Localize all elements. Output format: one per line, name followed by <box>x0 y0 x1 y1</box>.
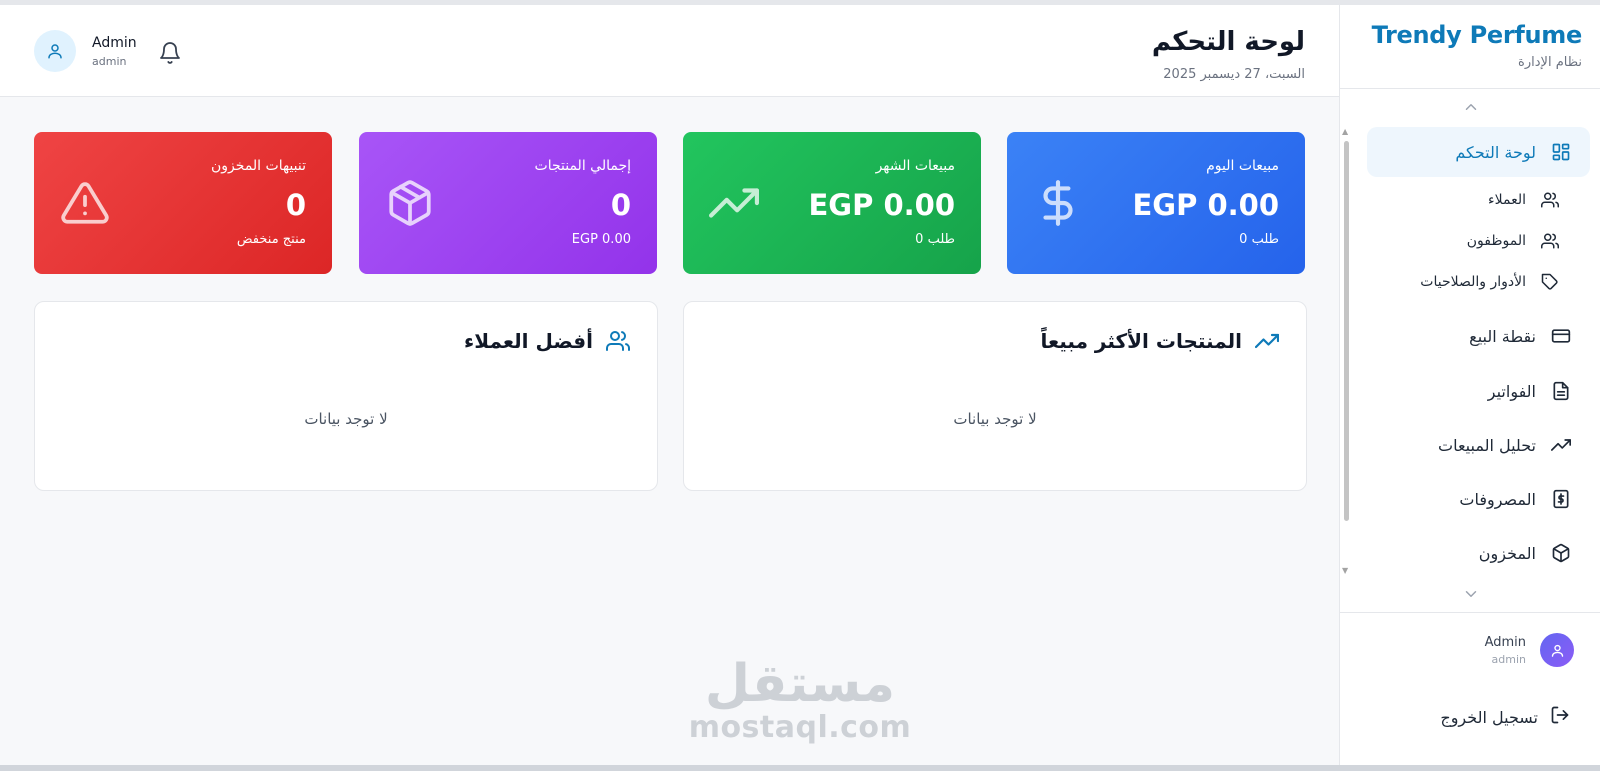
top-products-panel: المنتجات الأكثر مبيعاً لا توجد بيانات <box>683 301 1307 491</box>
sidebar-item-customers[interactable]: العملاء <box>1488 185 1560 215</box>
tag-icon <box>1540 272 1560 292</box>
header-avatar[interactable] <box>34 30 76 72</box>
stat-sub: EGP 0.00 <box>571 232 631 247</box>
sidebar-divider <box>1340 612 1600 613</box>
sidebar-item-label: تحليل المبيعات <box>1438 435 1536 455</box>
header-user-info[interactable]: Admin admin <box>92 35 137 68</box>
sidebar-user[interactable]: Admin admin <box>1485 633 1574 667</box>
users-icon <box>605 328 631 354</box>
sidebar-user-name: Admin <box>1484 634 1526 650</box>
scroll-down-arrow-icon[interactable]: ▼ <box>1342 567 1351 575</box>
sidebar-scrollbar[interactable] <box>1344 141 1349 521</box>
logout-icon <box>1550 705 1570 729</box>
top-header: لوحة التحكم السبت، 27 ديسمبر 2025 Admin … <box>0 5 1339 97</box>
sidebar-item-pos[interactable]: نقطة البيع <box>1469 311 1590 361</box>
stat-label: مبيعات الشهر <box>875 158 955 174</box>
top-customers-panel: أفضل العملاء لا توجد بيانات <box>34 301 658 491</box>
sidebar-item-label: المصروفات <box>1459 489 1536 509</box>
stat-sub: منتج منخفض <box>236 232 306 247</box>
file-text-icon <box>1550 380 1572 402</box>
panel-title: أفضل العملاء <box>464 329 593 353</box>
header-user-name: Admin <box>92 35 137 51</box>
stat-sub: 0 طلب <box>915 232 955 247</box>
trending-up-icon <box>1254 328 1280 354</box>
sidebar-item-label: لوحة التحكم <box>1455 142 1536 162</box>
window-bottom-border <box>0 765 1600 771</box>
stat-value: EGP 0.00 <box>808 188 955 222</box>
logout-label: تسجيل الخروج <box>1440 707 1538 727</box>
empty-state: لا توجد بيانات <box>304 410 388 428</box>
sidebar: Trendy Perfume نظام الإدارة ▲ ▼ لوحة الت… <box>1339 5 1600 765</box>
sidebar-item-label: الأدوار والصلاحيات <box>1420 274 1526 290</box>
dollar-receipt-icon <box>1550 488 1572 510</box>
package-icon <box>385 178 435 228</box>
dashboard-icon <box>1550 141 1572 163</box>
sidebar-item-invoices[interactable]: الفواتير <box>1488 366 1590 416</box>
page-title: لوحة التحكم <box>1151 27 1305 57</box>
scroll-up-arrow-icon[interactable]: ▲ <box>1342 128 1351 136</box>
user-icon <box>48 44 62 59</box>
stat-card-today-sales: مبيعات اليوم EGP 0.00 0 طلب <box>1007 132 1305 274</box>
panel-title: المنتجات الأكثر مبيعاً <box>1040 329 1242 353</box>
stat-sub: 0 طلب <box>1239 232 1279 247</box>
sidebar-item-label: المخزون <box>1478 543 1536 563</box>
watermark-arabic: مستقل <box>704 654 896 714</box>
watermark-logo: مستقل mostaql.com <box>680 656 920 744</box>
header-user-role: admin <box>92 55 127 68</box>
credit-card-icon <box>1550 325 1572 347</box>
stat-value: EGP 0.00 <box>1132 188 1279 222</box>
sidebar-user-info: Admin admin <box>1485 635 1526 666</box>
brand: Trendy Perfume نظام الإدارة <box>1371 21 1583 70</box>
users-icon <box>1540 190 1560 210</box>
panel-header: المنتجات الأكثر مبيعاً <box>1040 328 1280 354</box>
stat-card-total-products: إجمالي المنتجات 0 EGP 0.00 <box>359 132 657 274</box>
chevron-down-icon[interactable] <box>1462 585 1480 603</box>
sidebar-item-label: نقطة البيع <box>1469 326 1536 346</box>
stat-card-stock-alerts: تنبيهات المخزون 0 منتج منخفض <box>34 132 332 274</box>
empty-state: لا توجد بيانات <box>953 410 1037 428</box>
sidebar-item-label: الفواتير <box>1487 381 1536 401</box>
stat-label: مبيعات اليوم <box>1206 158 1279 174</box>
brand-title: Trendy Perfume <box>1371 21 1583 49</box>
sidebar-divider <box>1340 88 1600 89</box>
package-icon <box>1550 542 1572 564</box>
sidebar-item-label: الموظفون <box>1466 233 1526 249</box>
stat-value: 0 <box>285 188 306 222</box>
sidebar-user-role: admin <box>1491 652 1526 666</box>
brand-subtitle: نظام الإدارة <box>1518 55 1582 70</box>
trending-up-icon <box>709 178 759 228</box>
sidebar-item-sales-analysis[interactable]: تحليل المبيعات <box>1438 420 1590 470</box>
sidebar-item-dashboard[interactable]: لوحة التحكم <box>1367 127 1590 177</box>
panel-header: أفضل العملاء <box>464 328 631 354</box>
stat-label: تنبيهات المخزون <box>211 158 306 174</box>
user-icon <box>1551 644 1563 657</box>
sidebar-item-inventory[interactable]: المخزون <box>1479 528 1590 578</box>
trending-up-icon <box>1550 434 1572 456</box>
stat-label: إجمالي المنتجات <box>534 158 631 174</box>
chevron-up-icon[interactable] <box>1462 98 1480 116</box>
stat-card-month-sales: مبيعات الشهر EGP 0.00 0 طلب <box>683 132 981 274</box>
users-icon <box>1540 231 1560 251</box>
watermark-latin: mostaql.com <box>688 710 912 745</box>
notification-bell-icon[interactable] <box>158 41 182 65</box>
avatar <box>1540 633 1574 667</box>
sidebar-item-employees[interactable]: الموظفون <box>1467 226 1560 256</box>
logout-button[interactable]: تسجيل الخروج <box>1440 705 1570 729</box>
page-date: السبت، 27 ديسمبر 2025 <box>1163 67 1305 82</box>
sidebar-item-label: العملاء <box>1488 192 1526 208</box>
dollar-icon <box>1033 178 1083 228</box>
sidebar-item-roles[interactable]: الأدوار والصلاحيات <box>1420 267 1560 297</box>
stat-value: 0 <box>610 188 631 222</box>
alert-triangle-icon <box>60 178 110 228</box>
sidebar-item-expenses[interactable]: المصروفات <box>1459 474 1590 524</box>
